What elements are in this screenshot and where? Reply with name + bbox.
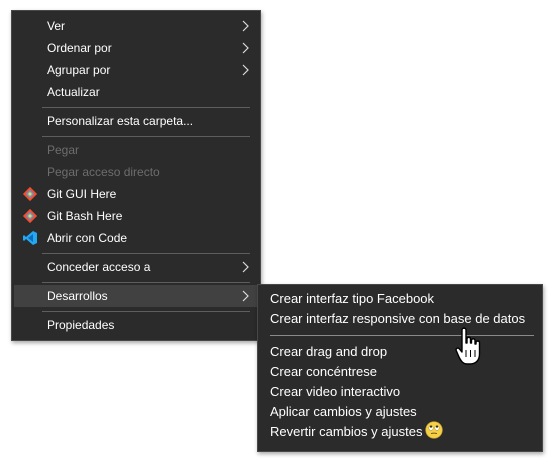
- submenu-item-facebook[interactable]: Crear interfaz tipo Facebook: [260, 289, 540, 309]
- submenu-item-aplicar-cambios[interactable]: Aplicar cambios y ajustes: [260, 402, 540, 422]
- submenu-item-drag-drop[interactable]: Crear drag and drop: [260, 342, 540, 362]
- vscode-icon: [23, 231, 37, 245]
- context-menu: Ver Ordenar por Agrupar por Actualizar P…: [11, 10, 261, 341]
- menu-item-label: Agrupar por: [47, 63, 111, 77]
- submenu-item-concentrese[interactable]: Crear concéntrese: [260, 362, 540, 382]
- menu-item-abrir-con-code[interactable]: Abrir con Code: [14, 227, 258, 249]
- menu-item-label: Ver: [47, 19, 66, 33]
- menu-separator: [42, 311, 250, 312]
- menu-item-personalizar-carpeta[interactable]: Personalizar esta carpeta...: [14, 110, 258, 132]
- menu-separator: [42, 136, 250, 137]
- submenu-item-label: Aplicar cambios y ajustes: [270, 404, 417, 419]
- submenu-item-label: Crear interfaz tipo Facebook: [270, 291, 435, 306]
- chevron-right-icon: [242, 261, 249, 273]
- chevron-right-icon: [242, 42, 249, 54]
- menu-item-propiedades[interactable]: Propiedades: [14, 314, 258, 336]
- menu-item-label: Desarrollos: [47, 289, 108, 303]
- menu-item-label: Abrir con Code: [47, 231, 128, 245]
- submenu-item-label: Crear concéntrese: [270, 364, 377, 379]
- menu-item-agrupar-por[interactable]: Agrupar por: [14, 59, 258, 81]
- git-icon: [22, 186, 38, 202]
- menu-item-label: Propiedades: [47, 318, 115, 332]
- chevron-right-icon: [242, 64, 249, 76]
- menu-item-pegar: Pegar: [14, 139, 258, 161]
- submenu-item-label: Crear video interactivo: [270, 384, 401, 399]
- eye-roll-emoji-icon: [425, 421, 443, 439]
- submenu-item-label: Crear drag and drop: [270, 344, 388, 359]
- menu-item-desarrollos[interactable]: Desarrollos: [14, 285, 258, 307]
- menu-item-ordenar-por[interactable]: Ordenar por: [14, 37, 258, 59]
- menu-item-label: Personalizar esta carpeta...: [47, 114, 194, 128]
- submenu-desarrollos: Crear interfaz tipo Facebook Crear inter…: [257, 284, 543, 452]
- submenu-item-revertir-cambios[interactable]: Revertir cambios y ajustes: [260, 422, 540, 442]
- menu-item-conceder-acceso[interactable]: Conceder acceso a: [14, 256, 258, 278]
- menu-item-label: Ordenar por: [47, 41, 112, 55]
- menu-item-actualizar[interactable]: Actualizar: [14, 81, 258, 103]
- menu-separator: [42, 253, 250, 254]
- submenu-item-label: Crear interfaz responsive con base de da…: [270, 311, 526, 326]
- submenu-item-label: Revertir cambios y ajustes: [270, 424, 423, 439]
- menu-separator: [42, 282, 250, 283]
- menu-item-ver[interactable]: Ver: [14, 15, 258, 37]
- chevron-right-icon: [242, 290, 249, 302]
- menu-item-label: Git Bash Here: [47, 209, 123, 223]
- menu-item-label: Pegar acceso directo: [47, 165, 160, 179]
- chevron-right-icon: [242, 20, 249, 32]
- submenu-item-video-interactivo[interactable]: Crear video interactivo: [260, 382, 540, 402]
- menu-item-git-gui-here[interactable]: Git GUI Here: [14, 183, 258, 205]
- submenu-item-responsive-bd[interactable]: Crear interfaz responsive con base de da…: [260, 309, 540, 329]
- menu-item-label: Conceder acceso a: [47, 260, 151, 274]
- menu-item-pegar-acceso-directo: Pegar acceso directo: [14, 161, 258, 183]
- menu-item-label: Actualizar: [47, 85, 100, 99]
- desktop-area: Ver Ordenar por Agrupar por Actualizar P…: [0, 0, 554, 470]
- submenu-separator: [270, 335, 534, 336]
- menu-item-git-bash-here[interactable]: Git Bash Here: [14, 205, 258, 227]
- git-icon: [22, 208, 38, 224]
- menu-separator: [42, 107, 250, 108]
- hand-pointer-cursor-icon: [455, 327, 481, 365]
- menu-item-label: Pegar: [47, 143, 80, 157]
- menu-item-label: Git GUI Here: [47, 187, 117, 201]
